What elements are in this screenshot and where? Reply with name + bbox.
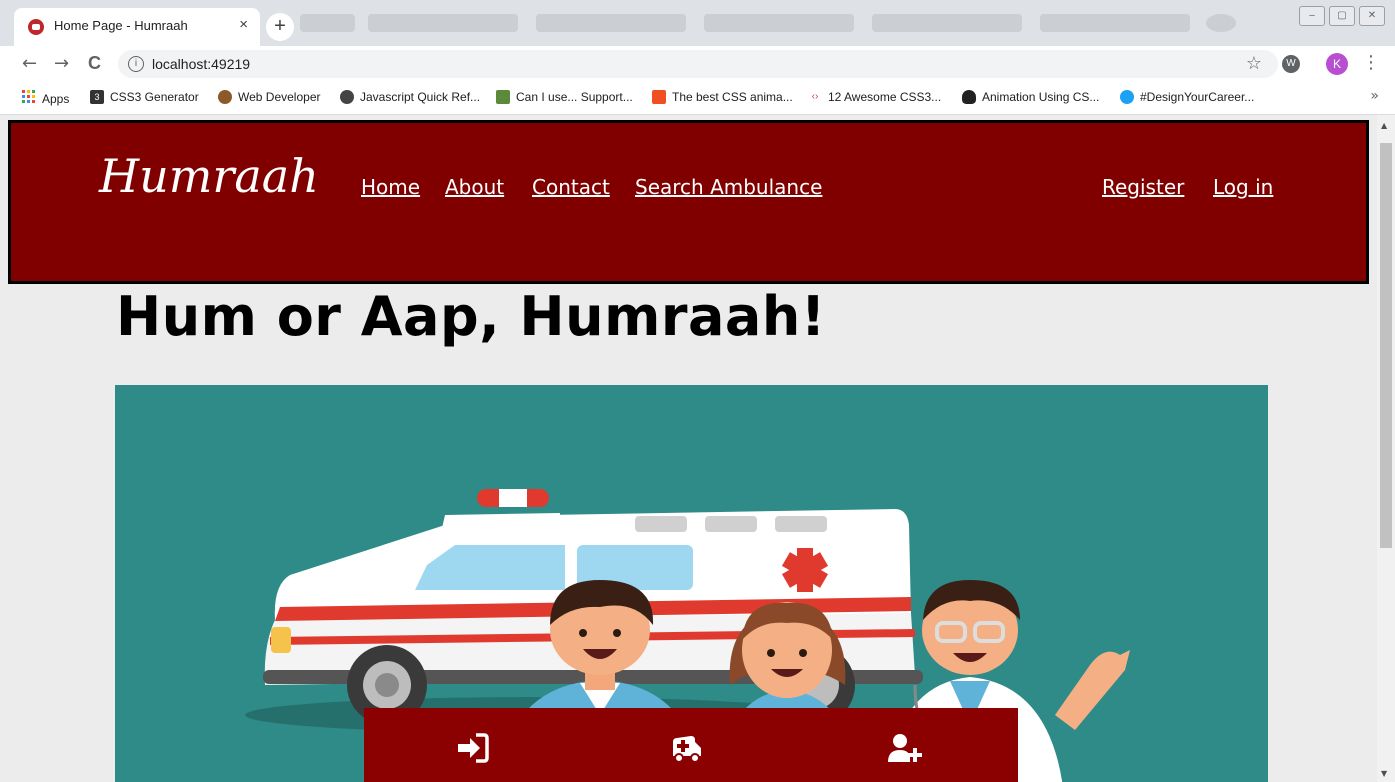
linux-icon — [962, 90, 976, 104]
site-header: Humraah Home About Contact Search Ambula… — [8, 120, 1369, 284]
minimize-button[interactable]: – — [1299, 6, 1325, 26]
bookmark-star-icon[interactable]: ☆ — [1246, 53, 1262, 74]
wordpress-extension-icon[interactable]: W — [1282, 55, 1300, 73]
bookmarks-bar: Apps 3 CSS3 Generator Web Developer Java… — [0, 82, 1395, 115]
scroll-thumb[interactable] — [1380, 143, 1392, 548]
bookmark-label: 12 Awesome CSS3... — [828, 90, 942, 104]
bookmark-label: #DesignYourCareer... — [1140, 90, 1255, 104]
bookmark-label: Javascript Quick Ref... — [360, 90, 481, 104]
quick-action-bar — [364, 708, 1018, 782]
background-tab[interactable] — [704, 14, 854, 32]
nav-home[interactable]: Home — [361, 175, 420, 199]
nav-about[interactable]: About — [445, 175, 504, 199]
reload-icon[interactable]: C — [88, 53, 101, 74]
bookmark-best-css-animations[interactable]: The best CSS anima... — [652, 90, 793, 104]
css3-icon: 3 — [90, 90, 104, 104]
user-plus-icon[interactable] — [886, 730, 922, 766]
site-info-icon[interactable]: i — [128, 56, 144, 72]
forward-arrow-icon[interactable]: → — [54, 53, 69, 74]
login-icon[interactable] — [454, 730, 490, 766]
back-arrow-icon[interactable]: ← — [22, 53, 37, 74]
bookmark-12-awesome-css3[interactable]: ‹› 12 Awesome CSS3... — [808, 90, 942, 104]
bookmark-label: The best CSS anima... — [672, 90, 793, 104]
background-tab[interactable] — [1206, 14, 1236, 32]
background-tab[interactable] — [300, 14, 355, 32]
bookmark-design-your-career[interactable]: #DesignYourCareer... — [1120, 90, 1254, 104]
browser-menu-icon[interactable]: ⋮ — [1362, 52, 1380, 73]
scroll-down-arrow-icon[interactable]: ▼ — [1381, 769, 1387, 778]
bookmark-label: CSS3 Generator — [110, 90, 199, 104]
tab-close-icon[interactable]: × — [239, 16, 248, 33]
web-developer-icon — [218, 90, 232, 104]
bookmark-css3-generator[interactable]: 3 CSS3 Generator — [90, 90, 199, 104]
maximize-button[interactable]: ▢ — [1329, 6, 1355, 26]
scroll-up-arrow-icon[interactable]: ▲ — [1381, 121, 1387, 130]
profile-avatar[interactable]: K — [1326, 53, 1348, 75]
close-window-button[interactable]: ✕ — [1359, 6, 1385, 26]
nav-log-in[interactable]: Log in — [1213, 175, 1273, 199]
humraah-favicon-icon — [28, 19, 44, 35]
background-tab[interactable] — [368, 14, 518, 32]
css-anim-icon — [652, 90, 666, 104]
apps-grid-icon — [22, 90, 36, 107]
window-controls: – ▢ ✕ — [1299, 6, 1385, 26]
background-tab[interactable] — [536, 14, 686, 32]
url-text[interactable]: localhost:49219 — [152, 56, 250, 72]
bookmark-label: Animation Using CS... — [982, 90, 1100, 104]
browser-tab-active[interactable]: Home Page - Humraah × — [14, 8, 260, 46]
address-bar[interactable]: i localhost:49219 ☆ — [118, 50, 1278, 78]
bookmarks-overflow-icon[interactable]: » — [1370, 88, 1379, 104]
bookmark-web-developer[interactable]: Web Developer — [218, 90, 321, 104]
new-tab-button[interactable]: + — [266, 13, 294, 41]
nav-contact[interactable]: Contact — [532, 175, 610, 199]
browser-toolbar: ← → C i localhost:49219 ☆ W K ⋮ — [0, 46, 1395, 82]
hero-title: Hum or Aap, Humraah! — [116, 285, 826, 348]
brand-logo[interactable]: Humraah — [99, 149, 319, 203]
bookmark-label: Apps — [42, 91, 70, 106]
bookmark-animation-using-css[interactable]: Animation Using CS... — [962, 90, 1099, 104]
twitter-icon — [1120, 90, 1134, 104]
tab-title: Home Page - Humraah — [54, 18, 188, 33]
code-icon: ‹› — [811, 91, 819, 102]
bookmark-can-i-use[interactable]: Can I use... Support... — [496, 90, 633, 104]
bookmark-label: Can I use... Support... — [516, 90, 633, 104]
background-tab[interactable] — [872, 14, 1022, 32]
bookmark-label: Web Developer — [238, 90, 321, 104]
caniuse-icon — [496, 90, 510, 104]
background-tab[interactable] — [1040, 14, 1190, 32]
ambulance-medical-icon[interactable] — [669, 730, 705, 766]
bookmark-apps[interactable]: Apps — [22, 90, 69, 107]
bookmark-javascript-quick-ref[interactable]: Javascript Quick Ref... — [340, 90, 480, 104]
page-scrollbar[interactable]: ▲ ▼ — [1377, 115, 1395, 782]
globe-icon — [340, 90, 354, 104]
nav-register[interactable]: Register — [1102, 175, 1184, 199]
nav-search-ambulance[interactable]: Search Ambulance — [635, 175, 822, 199]
browser-tab-strip: Home Page - Humraah × + – ▢ ✕ — [0, 0, 1395, 46]
page-viewport: Humraah Home About Contact Search Ambula… — [0, 115, 1377, 782]
